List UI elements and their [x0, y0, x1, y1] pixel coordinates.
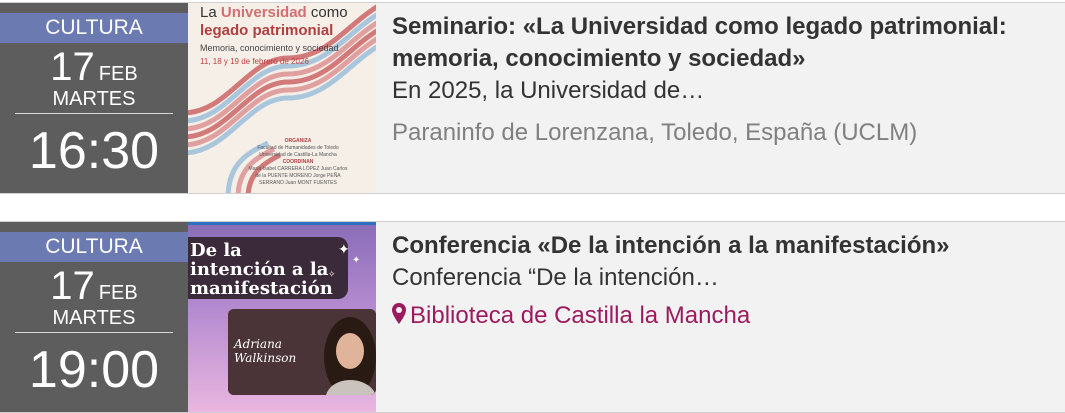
event-month: FEB: [98, 282, 138, 304]
poster-organiza-heading: ORGANIZA: [284, 138, 312, 144]
event-weekday: MARTES: [15, 87, 173, 114]
poster-coordinan-heading: COORDINAN: [282, 159, 314, 165]
poster-credits: ORGANIZA Facultad de Humanidades de Tole…: [248, 138, 348, 187]
poster-title: De la intención a la manifestación: [188, 237, 348, 299]
event-title-link[interactable]: Seminario: «La Universidad como legado p…: [392, 11, 1052, 75]
event-location-link[interactable]: Biblioteca de Castilla la Mancha: [392, 300, 1052, 332]
poster-title-line3: manifestación: [190, 278, 333, 299]
poster-coordinan-text: María Isabel CARRERA LÓPEZ Juan Carlos d…: [248, 166, 348, 186]
category-badge: CULTURA: [0, 13, 188, 43]
sparkle-icon: ✧: [328, 269, 336, 279]
poster-subtitle: Memoria, conocimiento y sociedad: [200, 43, 339, 53]
event-poster-image[interactable]: La Universidad como legado patrimonial M…: [188, 3, 376, 193]
poster-title-line2: legado patrimonial: [200, 22, 334, 39]
poster-dates: 11, 18 y 19 de febrero de 2026: [200, 57, 309, 66]
map-pin-icon: [392, 303, 406, 324]
event-weekday: MARTES: [15, 306, 173, 333]
event-poster-image[interactable]: De la intención a la manifestación ✦ ✦ ✧…: [188, 222, 376, 412]
event-details: Conferencia «De la intención a la manife…: [392, 230, 1052, 332]
event-card[interactable]: CULTURA 17 FEB MARTES 19:00 De la intenci…: [0, 221, 1065, 413]
sparkle-icon: ✦: [352, 255, 361, 266]
event-month: FEB: [98, 63, 138, 85]
poster-title-line1: La Universidad como: [200, 4, 348, 21]
speaker-signature: Adriana Walkinson: [234, 337, 296, 365]
event-time: 19:00: [28, 341, 160, 399]
event-description: En 2025, la Universidad de…: [392, 77, 705, 104]
event-description: Conferencia “De la intención…: [392, 264, 719, 291]
event-day-month: 17 FEB: [0, 266, 188, 306]
event-time: 16:30: [28, 122, 160, 180]
sparkle-icon: ✦: [338, 241, 350, 257]
signature-line1: Adriana: [234, 337, 282, 351]
event-card[interactable]: CULTURA 17 FEB MARTES 16:30 La Universida…: [0, 2, 1065, 194]
event-date-box: CULTURA 17 FEB MARTES 19:00: [0, 222, 188, 412]
event-date-box: CULTURA 17 FEB MARTES 16:30: [0, 3, 188, 193]
event-day-month: 17 FEB: [0, 47, 188, 87]
signature-line2: Walkinson: [234, 351, 297, 365]
event-location: Biblioteca de Castilla la Mancha: [410, 302, 751, 329]
poster-title-line1: De la: [190, 240, 242, 261]
event-day: 17: [50, 264, 95, 308]
poster-organiza-text: Facultad de Humanidades de Toledo Univer…: [257, 145, 339, 158]
event-day: 17: [50, 45, 95, 89]
event-details: Seminario: «La Universidad como legado p…: [392, 11, 1052, 149]
event-title-link[interactable]: Conferencia «De la intención a la manife…: [392, 230, 1052, 262]
poster-title-line2: intención a la: [190, 259, 329, 280]
event-location: Paraninfo de Lorenzana, Toledo, España (…: [392, 119, 918, 146]
category-badge: CULTURA: [0, 232, 188, 262]
